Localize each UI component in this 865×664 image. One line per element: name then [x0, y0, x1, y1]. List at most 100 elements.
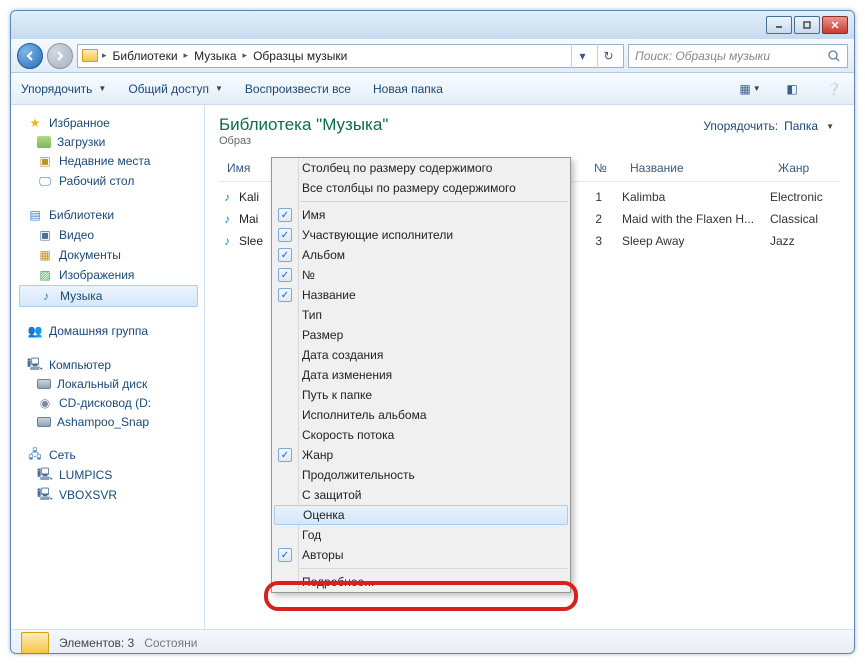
music-file-icon: ♪	[219, 189, 235, 205]
view-button[interactable]: ▦▼	[740, 80, 760, 98]
track-genre: Classical	[770, 212, 840, 226]
check-icon: ✓	[278, 268, 292, 282]
col-genre[interactable]: Жанр	[770, 159, 840, 177]
address-bar[interactable]: ▸ Библиотеки ▸ Музыка ▸ Образцы музыки ▾…	[77, 44, 624, 68]
cd-icon: ◉	[37, 395, 53, 411]
navbar: ▸ Библиотеки ▸ Музыка ▸ Образцы музыки ▾…	[11, 39, 854, 73]
ctx-column-15[interactable]: Оценка	[274, 505, 568, 525]
sidebar-libraries[interactable]: ▤Библиотеки	[19, 205, 204, 225]
sidebar-recent[interactable]: ▣Недавние места	[19, 151, 204, 171]
titlebar	[11, 11, 854, 39]
ctx-item-label: С защитой	[302, 488, 362, 502]
ctx-more[interactable]: Подробнее...	[272, 572, 570, 592]
ctx-item-label: Дата изменения	[302, 368, 392, 382]
preview-pane-button[interactable]: ◧	[782, 80, 802, 98]
sidebar-downloads[interactable]: Загрузки	[19, 133, 204, 151]
ctx-column-8[interactable]: Дата изменения	[272, 365, 570, 385]
ctx-item-label: Год	[302, 528, 321, 542]
picture-icon: ▨	[37, 267, 53, 283]
sidebar-documents[interactable]: ▦Документы	[19, 245, 204, 265]
ctx-size-all[interactable]: Все столбцы по размеру содержимого	[272, 178, 570, 198]
maximize-button[interactable]	[794, 16, 820, 34]
ctx-column-11[interactable]: Скорость потока	[272, 425, 570, 445]
sidebar-cd-drive[interactable]: ◉CD-дисковод (D:	[19, 393, 204, 413]
breadcrumb-libraries[interactable]: Библиотеки	[111, 49, 180, 63]
ctx-column-10[interactable]: Исполнитель альбома	[272, 405, 570, 425]
dropdown-button[interactable]: ▾	[571, 44, 593, 68]
track-genre: Jazz	[770, 234, 840, 248]
sidebar-homegroup[interactable]: 👥Домашняя группа	[19, 321, 204, 341]
sidebar-video[interactable]: ▣Видео	[19, 225, 204, 245]
search-input[interactable]: Поиск: Образцы музыки	[628, 44, 848, 68]
ctx-column-0[interactable]: ✓Имя	[272, 205, 570, 225]
ctx-column-3[interactable]: ✓№	[272, 265, 570, 285]
sidebar-computer[interactable]: 🖳Компьютер	[19, 355, 204, 375]
ctx-column-7[interactable]: Дата создания	[272, 345, 570, 365]
ctx-column-12[interactable]: ✓ Жанр	[272, 445, 570, 465]
ctx-column-5[interactable]: Тип	[272, 305, 570, 325]
sidebar-net-lumpics[interactable]: 🖳LUMPICS	[19, 465, 204, 485]
music-icon: ♪	[38, 288, 54, 304]
back-button[interactable]	[17, 43, 43, 69]
track-genre: Electronic	[770, 190, 840, 204]
minimize-button[interactable]	[766, 16, 792, 34]
play-all-button[interactable]: Воспроизвести все	[245, 82, 351, 96]
video-icon: ▣	[37, 227, 53, 243]
sort-value[interactable]: Папка	[784, 119, 818, 133]
refresh-button[interactable]: ↻	[597, 44, 619, 68]
ctx-column-4[interactable]: ✓Название	[272, 285, 570, 305]
sidebar-pictures[interactable]: ▨Изображения	[19, 265, 204, 285]
breadcrumb-music[interactable]: Музыка	[192, 49, 238, 63]
ctx-item-label: Размер	[302, 328, 343, 342]
sidebar-local-disk[interactable]: Локальный диск	[19, 375, 204, 393]
col-number[interactable]: №	[586, 159, 622, 177]
search-placeholder: Поиск: Образцы музыки	[635, 49, 827, 63]
organize-menu[interactable]: Упорядочить▼	[21, 82, 106, 96]
ctx-column-14[interactable]: С защитой	[272, 485, 570, 505]
music-file-icon: ♪	[219, 233, 235, 249]
track-title: Sleep Away	[622, 234, 770, 248]
sidebar-net-vboxsvr[interactable]: 🖳VBOXSVR	[19, 485, 204, 505]
library-subtitle: Образ	[219, 135, 840, 147]
check-icon: ✓	[278, 448, 292, 462]
computer-icon: 🖳	[37, 467, 53, 483]
drive-icon	[37, 379, 51, 389]
sidebar-desktop[interactable]: 🖵Рабочий стол	[19, 171, 204, 191]
ctx-size-column[interactable]: Столбец по размеру содержимого	[272, 158, 570, 178]
track-title: Kalimba	[622, 190, 770, 204]
help-button[interactable]: ❔	[824, 80, 844, 98]
ctx-item-label: Альбом	[302, 248, 345, 262]
ctx-column-16[interactable]: Год	[272, 525, 570, 545]
toolbar: Упорядочить▼ Общий доступ▼ Воспроизвести…	[11, 73, 854, 105]
ctx-item-label: Жанр	[302, 448, 333, 462]
sidebar: ★Избранное Загрузки ▣Недавние места 🖵Раб…	[11, 105, 205, 629]
new-folder-button[interactable]: Новая папка	[373, 82, 443, 96]
ctx-column-17[interactable]: ✓Авторы	[272, 545, 570, 565]
sidebar-ashampoo[interactable]: Ashampoo_Snap	[19, 413, 204, 431]
close-button[interactable]	[822, 16, 848, 34]
chevron-icon: ▸	[184, 50, 189, 61]
sort-control[interactable]: Упорядочить: Папка ▼	[703, 119, 834, 133]
forward-button[interactable]	[47, 43, 73, 69]
ctx-column-13[interactable]: Продолжительность	[272, 465, 570, 485]
ctx-column-9[interactable]: Путь к папке	[272, 385, 570, 405]
share-menu[interactable]: Общий доступ▼	[128, 82, 223, 96]
track-number: 1	[586, 190, 622, 204]
ctx-item-label: Продолжительность	[302, 468, 415, 482]
computer-icon: 🖳	[27, 357, 43, 373]
ctx-item-label: Скорость потока	[302, 428, 394, 442]
check-icon: ✓	[278, 248, 292, 262]
status-bar: Элементов: 3 Состояни	[11, 629, 854, 654]
document-icon: ▦	[37, 247, 53, 263]
sidebar-music[interactable]: ♪Музыка	[19, 285, 198, 307]
sidebar-favorites[interactable]: ★Избранное	[19, 113, 204, 133]
ctx-column-6[interactable]: Размер	[272, 325, 570, 345]
recent-icon: ▣	[37, 153, 53, 169]
ctx-column-2[interactable]: ✓ Альбом	[272, 245, 570, 265]
col-title[interactable]: Название	[622, 159, 770, 177]
ctx-column-1[interactable]: ✓Участвующие исполнители	[272, 225, 570, 245]
ctx-item-label: Авторы	[302, 548, 343, 562]
breadcrumb-samples[interactable]: Образцы музыки	[251, 49, 349, 63]
sidebar-network[interactable]: 🖧Сеть	[19, 445, 204, 465]
ctx-item-label: Название	[302, 288, 356, 302]
